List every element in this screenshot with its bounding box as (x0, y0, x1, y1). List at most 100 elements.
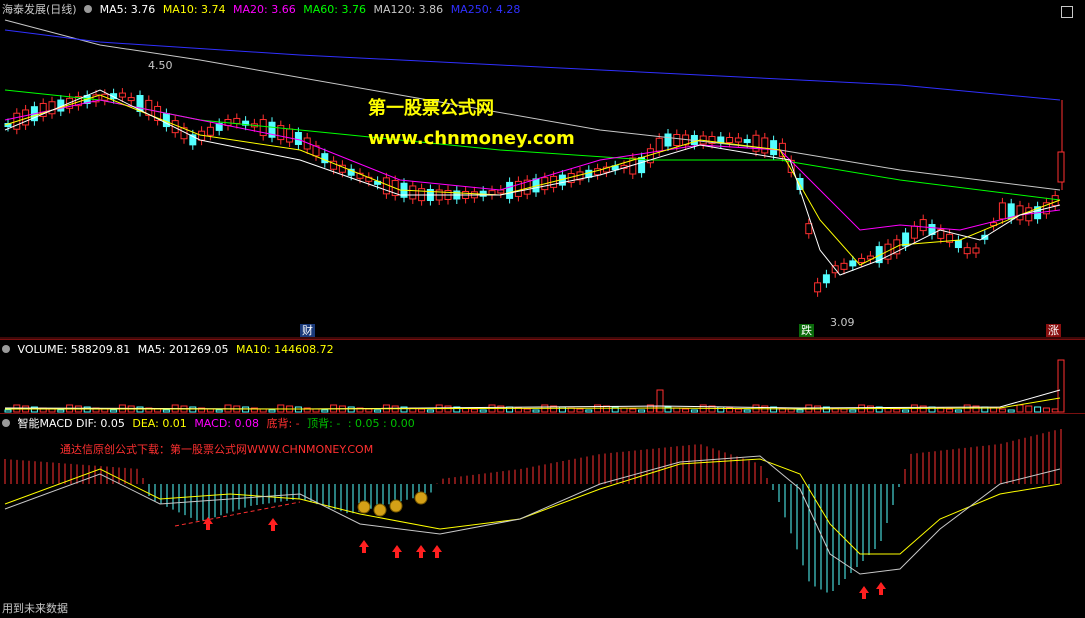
volume-bar (743, 409, 751, 413)
candle-body (1057, 151, 1065, 183)
volume-bar (215, 409, 223, 413)
volume-bar (902, 409, 910, 413)
volume-bar (470, 408, 478, 413)
candle-body (497, 189, 505, 194)
volume-bar (321, 409, 329, 413)
buy-arrow-icon (432, 545, 442, 558)
volume-bar (893, 408, 901, 413)
volume-bar (1016, 404, 1024, 413)
volume-bar (946, 408, 954, 413)
volume-bar (1007, 409, 1015, 413)
volume-bar (268, 409, 276, 413)
money-bag-icon (373, 503, 387, 517)
volume-bar (576, 408, 584, 413)
macd-indicator-header: 智能MACD DIF: 0.05 DEA: 0.01 MACD: 0.08 底背… (2, 416, 419, 432)
ma60-value: MA60: 3.76 (303, 3, 366, 16)
volume-bar (734, 408, 742, 413)
buy-arrow-icon (392, 545, 402, 558)
buy-arrow-icon (416, 545, 426, 558)
future-data-note: 用到未来数据 (2, 602, 68, 615)
candle-body (286, 128, 294, 143)
volume-bar (849, 409, 857, 413)
ma20-value: MA20: 3.66 (233, 3, 296, 16)
macd-top-divergence: 顶背: - (307, 417, 341, 430)
volume-bar (426, 409, 434, 413)
candle-body (506, 181, 514, 199)
macd-macd-value: MACD: 0.08 (194, 417, 259, 430)
volume-bar (629, 408, 637, 413)
macd-dif-value: 智能MACD DIF: 0.05 (17, 417, 125, 430)
volume-bar (796, 409, 804, 413)
volume-bar (1034, 406, 1042, 413)
candle-body (1016, 205, 1024, 221)
rise-marker[interactable]: 涨 (1046, 324, 1061, 337)
volume-bar (532, 409, 540, 413)
candle-body (761, 137, 769, 154)
macd-dea-value: DEA: 0.01 (132, 417, 187, 430)
candle-body (206, 126, 214, 136)
candle-body (127, 97, 135, 102)
macd-extra-values: : 0.05 : 0.00 (347, 417, 415, 430)
volume-bar (558, 406, 566, 413)
volume-bar (656, 389, 664, 413)
volume-bar (374, 409, 382, 413)
candle-body (954, 240, 962, 249)
maximize-square-icon[interactable] (1061, 6, 1073, 18)
ma250-value: MA250: 4.28 (450, 3, 521, 16)
candle-body (805, 223, 813, 235)
volume-bar (998, 408, 1006, 413)
candle-body (858, 257, 866, 263)
volume-bar (1042, 407, 1050, 413)
volume-bar (1057, 359, 1065, 413)
volume-bar (110, 409, 118, 413)
volume-bar (690, 409, 698, 413)
volume-bar (717, 406, 725, 413)
candle-body (48, 101, 56, 115)
ma120-value: MA120: 3.86 (373, 3, 444, 16)
volume-bar (682, 408, 690, 413)
volume-bar (840, 408, 848, 413)
candle-body (734, 137, 742, 143)
volume-bar (1051, 408, 1059, 413)
money-bag-icon (357, 500, 371, 514)
settings-circle-icon[interactable] (2, 419, 10, 427)
volume-bar (418, 408, 426, 413)
candle-body (919, 219, 927, 232)
volume-bar (162, 409, 170, 413)
candle-body (743, 139, 751, 144)
settings-circle-icon[interactable] (2, 345, 10, 353)
volume-chart-pane[interactable]: VOLUME: 588209.81 MA5: 201269.05 MA10: 1… (0, 339, 1085, 414)
fall-marker[interactable]: 跌 (799, 324, 814, 337)
volume-bar (523, 408, 531, 413)
volume-bar (990, 407, 998, 413)
candle-body (849, 260, 857, 267)
money-bag-icon (414, 491, 428, 505)
candle-body (822, 274, 830, 284)
candle-body (409, 185, 417, 200)
candle-body (726, 137, 734, 143)
buy-arrow-icon (876, 582, 886, 595)
vol-ma5-line (4, 389, 1061, 410)
price-chart-pane[interactable]: 海泰发展(日线) MA5: 3.76 MA10: 3.74 MA20: 3.66… (0, 0, 1085, 339)
macd-bottom-divergence: 底背: - (266, 417, 300, 430)
volume-indicator-header: VOLUME: 588209.81 MA5: 201269.05 MA10: 1… (2, 342, 338, 358)
candle-body (814, 282, 822, 293)
candle-body (294, 131, 302, 145)
buy-arrow-icon (359, 540, 369, 553)
finance-marker[interactable]: 财 (300, 324, 315, 337)
settings-circle-icon[interactable] (84, 5, 93, 13)
vol-ma10-value: MA10: 144608.72 (235, 343, 334, 356)
download-note: 通达信原创公式下载：第一股票公式网WWW.CHNMONEY.COM (60, 443, 374, 456)
high-price-label: 4.50 (148, 59, 173, 72)
macd-chart-pane[interactable]: 智能MACD DIF: 0.05 DEA: 0.01 MACD: 0.08 底背… (0, 413, 1085, 618)
stock-title: 海泰发展(日线) (2, 3, 77, 16)
candle-body (673, 134, 681, 146)
buy-arrow-icon (859, 586, 869, 599)
volume-bar (365, 408, 373, 413)
volume-bar (479, 409, 487, 413)
candle-body (998, 202, 1006, 220)
candle-body (321, 153, 329, 164)
low-price-label: 3.09 (830, 316, 855, 329)
candlestick-chart[interactable] (0, 0, 1085, 339)
volume-bar (347, 406, 355, 413)
